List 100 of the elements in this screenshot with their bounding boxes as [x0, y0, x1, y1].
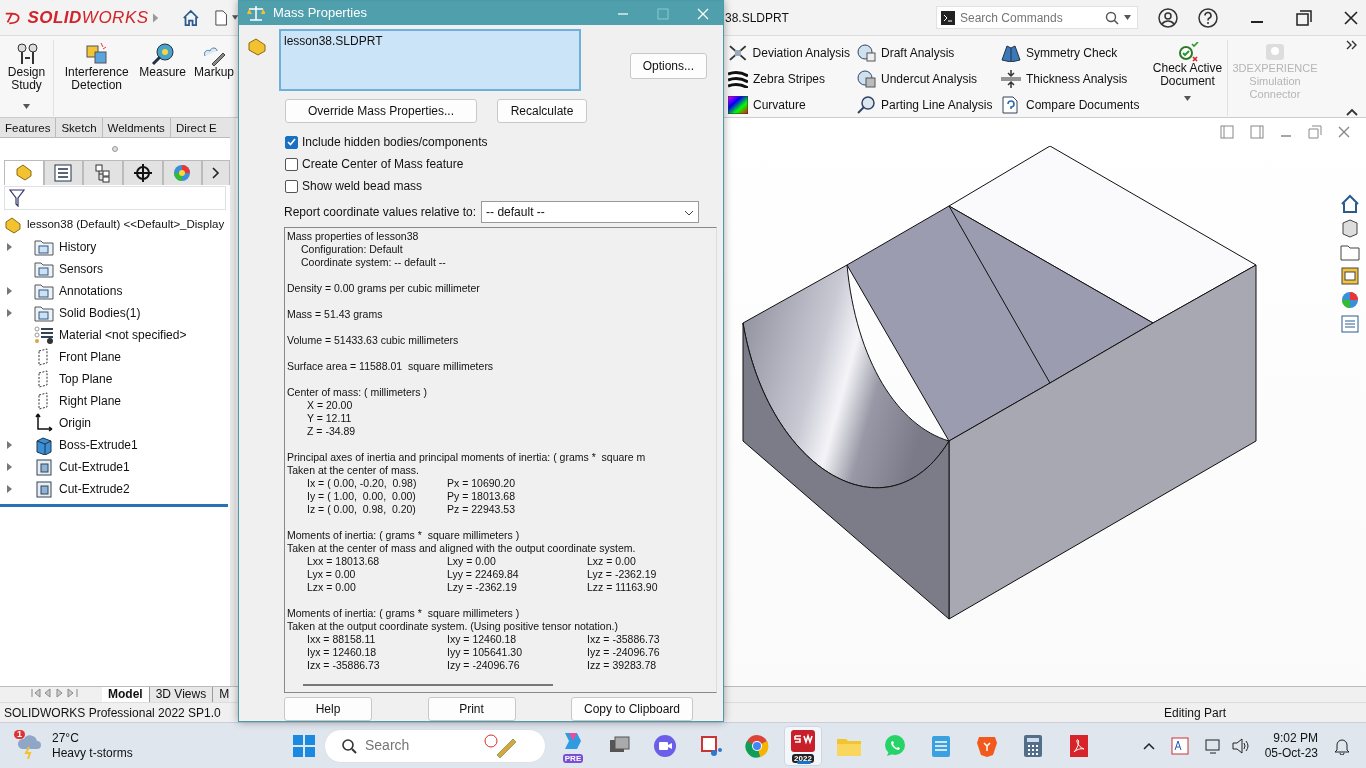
material-icon [34, 325, 54, 345]
options-button[interactable]: Options... [629, 53, 707, 79]
ribbon-button[interactable]: Draft Analysis [853, 40, 998, 66]
checkbox[interactable] [285, 135, 298, 149]
panel-tab[interactable] [122, 160, 163, 185]
search-input[interactable]: Search Commands [960, 8, 1100, 27]
clock-time[interactable]: 9:02 PM [1273, 730, 1318, 746]
browser-circle-icon[interactable] [745, 733, 769, 758]
dialog-title: Mass Properties [273, 4, 367, 23]
ribbon-button[interactable]: Interference Detection [58, 40, 136, 94]
tree-item[interactable]: Sensors [59, 260, 104, 278]
tree-item[interactable]: Annotations [59, 282, 123, 300]
list-icon [53, 163, 74, 183]
checkbox-label[interactable]: Include hidden bodies/components [302, 133, 488, 151]
ribbon-button[interactable]: Symmetry Check [998, 40, 1148, 66]
checkbox-label[interactable]: Show weld bead mass [302, 177, 423, 195]
override-button[interactable]: Override Mass Properties... [285, 99, 477, 123]
snipping-icon[interactable] [699, 733, 723, 758]
tile-right-icon[interactable] [1250, 125, 1264, 139]
caret-icon [1184, 96, 1191, 102]
recalculate-button[interactable]: Recalculate [497, 99, 587, 123]
display-icon[interactable] [1204, 736, 1223, 755]
view-palette-icon[interactable] [1340, 266, 1360, 286]
calculator-icon[interactable] [1022, 733, 1044, 758]
report-line: Density = 0.00 grams per cubic millimeter [287, 282, 480, 295]
expand-arrow-icon[interactable] [7, 287, 13, 295]
chevron-right-icon[interactable] [212, 167, 221, 179]
horizontal-scrollbar[interactable] [303, 684, 553, 686]
dialog-button[interactable]: Copy to Clipboard [571, 697, 693, 721]
tree-root[interactable]: lesson38 (Default) <<Default>_Display [27, 216, 225, 234]
double-chevron-icon[interactable] [1346, 40, 1358, 50]
view-tab[interactable]: Model [102, 687, 150, 702]
tree-item[interactable]: Cut-Extrude1 [59, 458, 130, 476]
tile-left-icon[interactable] [1220, 125, 1234, 139]
ribbon-button[interactable]: Check Active Document [1148, 40, 1228, 116]
expand-arrow-icon[interactable] [7, 441, 13, 449]
tree-item[interactable]: Cut-Extrude2 [59, 480, 130, 498]
chevron-up-icon[interactable] [1142, 741, 1155, 750]
tree-item[interactable]: Boss-Extrude1 [59, 436, 138, 454]
user-icon[interactable] [1158, 7, 1178, 28]
magnifier-icon [856, 96, 876, 114]
speaker-icon[interactable] [1230, 736, 1249, 755]
selection-list[interactable]: lesson38.SLDPRT [279, 29, 581, 91]
clock-date[interactable]: 05-Oct-23 [1264, 745, 1318, 761]
weather-condition: Heavy t-storms [52, 745, 133, 761]
pdf-icon[interactable] [1068, 733, 1090, 758]
ribbon-button[interactable]: Parting Line Analysis [853, 92, 998, 118]
dialog-button[interactable]: Help [284, 697, 372, 721]
notepad-icon[interactable] [930, 733, 952, 758]
expand-arrow-icon[interactable] [7, 243, 13, 251]
checkbox[interactable] [285, 179, 298, 193]
search-input[interactable]: Search [365, 735, 475, 756]
help-icon[interactable] [1198, 7, 1218, 28]
video-call-icon[interactable] [653, 733, 677, 758]
language-icon[interactable] [1170, 736, 1189, 755]
view-tab[interactable]: 3D Views [149, 687, 214, 702]
parts-icon[interactable] [1340, 218, 1360, 238]
tree-item[interactable]: Top Plane [59, 370, 113, 388]
tree-item[interactable]: Front Plane [59, 348, 122, 366]
tree-item[interactable]: Right Plane [59, 392, 122, 410]
ribbon-button[interactable]: Compare Documents [998, 92, 1148, 118]
ribbon-button[interactable]: Curvature [725, 92, 853, 118]
ribbon-button[interactable]: Undercut Analysis [853, 66, 998, 92]
expand-arrow-icon[interactable] [7, 463, 13, 471]
ribbon-button[interactable]: Design Study [0, 40, 54, 116]
report-value: Izz = 39283.78 [587, 659, 657, 672]
expand-arrow-icon[interactable] [7, 309, 13, 317]
bell-icon[interactable] [1334, 736, 1350, 755]
restore-icon[interactable] [1296, 9, 1312, 26]
part-icon [4, 216, 22, 234]
dialog-button[interactable]: Print [427, 697, 516, 721]
chevron-up-icon[interactable] [1346, 108, 1358, 116]
ribbon-button[interactable]: Zebra Stripes [725, 66, 853, 92]
appearance-ball-icon[interactable] [1340, 290, 1360, 310]
sw-app-icon[interactable] [790, 728, 816, 753]
windows-start-icon[interactable] [292, 733, 316, 758]
coordinate-dropdown[interactable]: -- default -- [481, 201, 700, 223]
search-commands-field[interactable]: Search Commands [936, 6, 1138, 29]
tree-item[interactable]: History [59, 238, 97, 256]
field-label: Report coordinate values relative to: [284, 204, 477, 221]
home-icon[interactable] [181, 7, 200, 28]
filter-icon[interactable] [9, 189, 25, 207]
ribbon-button[interactable]: Thickness Analysis [998, 66, 1148, 92]
tree-item[interactable]: Origin [59, 414, 91, 432]
ribbon-button[interactable]: Markup [190, 40, 238, 81]
caret-icon [1124, 15, 1131, 20]
checkbox[interactable] [285, 157, 298, 171]
new-document-icon[interactable] [215, 8, 228, 27]
ribbon-button[interactable]: Deviation Analysis [725, 40, 853, 66]
ribbon-button[interactable]: Measure [135, 40, 190, 81]
tree-item[interactable]: Material <not specified> [59, 326, 187, 344]
list-item[interactable]: lesson38.SLDPRT [284, 32, 576, 50]
close-icon[interactable] [1344, 10, 1358, 25]
expand-arrow-icon[interactable] [7, 485, 13, 493]
view-tab[interactable]: M [213, 687, 230, 702]
home-icon[interactable] [1340, 194, 1360, 214]
tree-item[interactable]: Solid Bodies(1) [59, 304, 141, 322]
taskbar-search-field[interactable]: Search [324, 728, 546, 763]
properties-icon[interactable] [1340, 314, 1360, 334]
checkbox-label[interactable]: Create Center of Mass feature [302, 155, 464, 173]
